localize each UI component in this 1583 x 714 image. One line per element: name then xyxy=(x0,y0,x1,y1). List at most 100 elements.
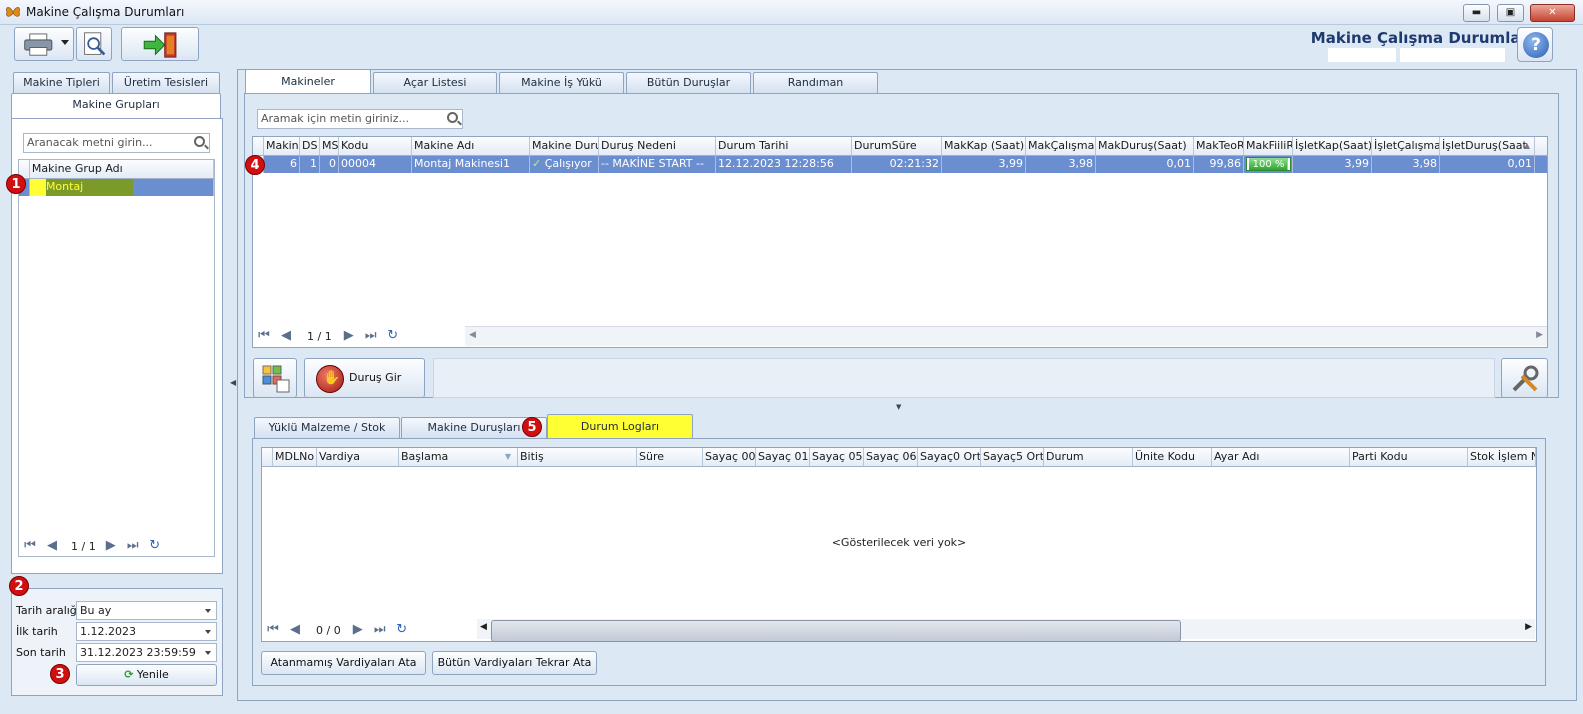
column-header[interactable]: Makine xyxy=(264,137,300,155)
first-page-icon[interactable]: ⏮ xyxy=(264,623,282,637)
column-header[interactable]: MakKap (Saat) xyxy=(942,137,1026,155)
column-header[interactable]: Sayaç 06 xyxy=(864,448,918,466)
last-page-icon[interactable]: ⏭ xyxy=(371,623,389,637)
group-search-input[interactable]: Aranacak metni girin... xyxy=(23,133,210,153)
column-header[interactable]: Sayaç 01 xyxy=(756,448,810,466)
column-header[interactable]: Stok İşlem No xyxy=(1468,448,1536,466)
start-date-field[interactable]: 1.12.2023 xyxy=(76,622,217,641)
tab-randiman[interactable]: Randıman xyxy=(753,72,878,94)
settings-tools-button[interactable] xyxy=(1501,358,1548,398)
table-cell[interactable]: 3,98 xyxy=(1372,156,1440,173)
minimize-button[interactable]: ▬ xyxy=(1463,4,1490,22)
column-header[interactable]: MakTeoR xyxy=(1194,137,1244,155)
table-cell[interactable]: 1 xyxy=(300,156,320,173)
tab-makine-is-yuku[interactable]: Makine İş Yükü xyxy=(499,72,624,94)
refresh-button[interactable]: ⟳ Yenile xyxy=(76,664,217,686)
table-cell[interactable]: 0,01 xyxy=(1096,156,1194,173)
column-header[interactable]: İşletÇalışma xyxy=(1372,137,1440,155)
column-header[interactable]: Sayaç 00 xyxy=(703,448,756,466)
table-cell[interactable]: 0 xyxy=(320,156,339,173)
column-header[interactable]: İşletDuruş(Saat ▲ xyxy=(1440,137,1535,155)
scroll-up-icon[interactable]: ▲ xyxy=(1524,137,1530,155)
column-header[interactable]: Kodu xyxy=(339,137,412,155)
next-page-icon[interactable]: ▶ xyxy=(340,329,358,343)
column-header[interactable]: Sayaç 05 xyxy=(810,448,864,466)
layout-button[interactable] xyxy=(253,358,297,398)
table-cell[interactable]: 02:21:32 xyxy=(852,156,942,173)
column-header[interactable]: Makine Adı xyxy=(412,137,530,155)
first-page-icon[interactable]: ⏮ xyxy=(255,329,273,343)
tab-makine-gruplari[interactable]: Makine Grupları xyxy=(11,93,221,119)
table-cell[interactable]: -- MAKİNE START -- xyxy=(599,156,716,173)
table-cell[interactable]: 3,99 xyxy=(1293,156,1372,173)
refresh-icon[interactable]: ↻ xyxy=(393,623,411,637)
column-header[interactable]: Ünite Kodu xyxy=(1133,448,1212,466)
tab-makineler[interactable]: Makineler xyxy=(245,69,371,95)
table-row[interactable]: – Montaj xyxy=(19,179,214,196)
column-header[interactable]: DS xyxy=(300,137,320,155)
table-cell[interactable]: 3,98 xyxy=(1026,156,1096,173)
column-header[interactable]: Durum Tarihi xyxy=(716,137,852,155)
print-button[interactable] xyxy=(14,27,74,61)
column-header[interactable]: Sayaç0 Orta xyxy=(918,448,981,466)
table-cell[interactable]: 3,99 xyxy=(942,156,1026,173)
help-button[interactable]: ? xyxy=(1517,27,1553,62)
horizontal-scrollbar[interactable]: ◀ ▶ xyxy=(477,619,1535,642)
refresh-icon[interactable]: ↻ xyxy=(146,539,164,553)
column-header[interactable]: Ayar Adı xyxy=(1212,448,1350,466)
table-cell[interactable]: 100 % xyxy=(1244,156,1293,173)
tab-durum-loglari[interactable]: Durum Logları xyxy=(547,414,693,439)
column-header[interactable]: Başlama ▼ xyxy=(399,448,518,466)
last-page-icon[interactable]: ⏭ xyxy=(124,539,142,553)
durus-gir-button[interactable]: ✋ Duruş Gir xyxy=(304,358,425,398)
table-cell[interactable]: Montaj Makinesi1 xyxy=(412,156,530,173)
prev-page-icon[interactable]: ◀ xyxy=(277,329,295,343)
column-header[interactable]: Makine Grup Adı xyxy=(30,160,214,178)
print-preview-button[interactable] xyxy=(76,27,112,61)
refresh-icon[interactable]: ↻ xyxy=(384,329,402,343)
column-header[interactable]: Durum xyxy=(1044,448,1133,466)
column-header[interactable]: MS xyxy=(320,137,339,155)
tab-acar-listesi[interactable]: Açar Listesi xyxy=(373,72,497,94)
reassign-all-shifts-button[interactable]: Bütün Vardiyaları Tekrar Ata xyxy=(432,651,597,675)
tab-makine-tipleri[interactable]: Makine Tipleri xyxy=(13,72,110,94)
column-header[interactable]: MDLNo xyxy=(273,448,317,466)
table-cell[interactable]: 6 xyxy=(264,156,300,173)
table-cell[interactable]: 99,86 xyxy=(1194,156,1244,173)
exit-button[interactable] xyxy=(121,27,199,61)
splitter[interactable]: ◀ xyxy=(229,70,237,700)
column-header[interactable]: Süre xyxy=(637,448,703,466)
splitter-arrow-icon[interactable]: ▼ xyxy=(896,403,901,411)
end-date-field[interactable]: 31.12.2023 23:59:59 xyxy=(76,643,217,662)
horizontal-scrollbar[interactable]: ◀ ▶ xyxy=(465,326,1547,346)
scrollbar-thumb[interactable] xyxy=(491,620,1181,642)
table-row[interactable]: 6 1 0 00004 Montaj Makinesi1 ✓ Çalışıyor… xyxy=(253,156,1547,173)
tab-butun-duruslar[interactable]: Bütün Duruşlar xyxy=(626,72,751,94)
table-cell[interactable]: 0,01 xyxy=(1440,156,1535,173)
close-button[interactable]: ✕ xyxy=(1530,4,1575,22)
column-header[interactable]: Sayaç5 Orta xyxy=(981,448,1044,466)
restore-button[interactable]: ▣ xyxy=(1497,4,1524,22)
column-header[interactable]: Duruş Nedeni xyxy=(599,137,716,155)
tab-yuklu-malzeme[interactable]: Yüklü Malzeme / Stok xyxy=(254,417,400,439)
next-page-icon[interactable]: ▶ xyxy=(349,623,367,637)
date-range-select[interactable]: Bu ay xyxy=(76,601,217,620)
scroll-left-icon[interactable]: ◀ xyxy=(469,330,476,340)
column-header[interactable]: MakDuruş(Saat) xyxy=(1096,137,1194,155)
column-header[interactable]: MakÇalışma xyxy=(1026,137,1096,155)
assign-unassigned-shifts-button[interactable]: Atanmamış Vardiyaları Ata xyxy=(261,651,426,675)
column-header[interactable]: Bitiş xyxy=(518,448,637,466)
scroll-right-icon[interactable]: ▶ xyxy=(1525,622,1532,632)
table-cell[interactable]: ✓ Çalışıyor xyxy=(530,156,599,173)
column-header[interactable]: DurumSüre xyxy=(852,137,942,155)
machine-search-input[interactable]: Aramak için metin giriniz... xyxy=(257,109,463,129)
scroll-left-icon[interactable]: ◀ xyxy=(480,622,487,632)
tab-uretim-tesisleri[interactable]: Üretim Tesisleri xyxy=(112,72,220,94)
column-header[interactable]: Vardiya xyxy=(317,448,399,466)
table-cell[interactable]: 12.12.2023 12:28:56 xyxy=(716,156,852,173)
column-header[interactable]: MakFiiliRa xyxy=(1244,137,1293,155)
first-page-icon[interactable]: ⏮ xyxy=(21,539,39,553)
prev-page-icon[interactable]: ◀ xyxy=(43,539,61,553)
table-cell[interactable]: 00004 xyxy=(339,156,412,173)
table-cell[interactable]: – Montaj xyxy=(29,179,214,196)
